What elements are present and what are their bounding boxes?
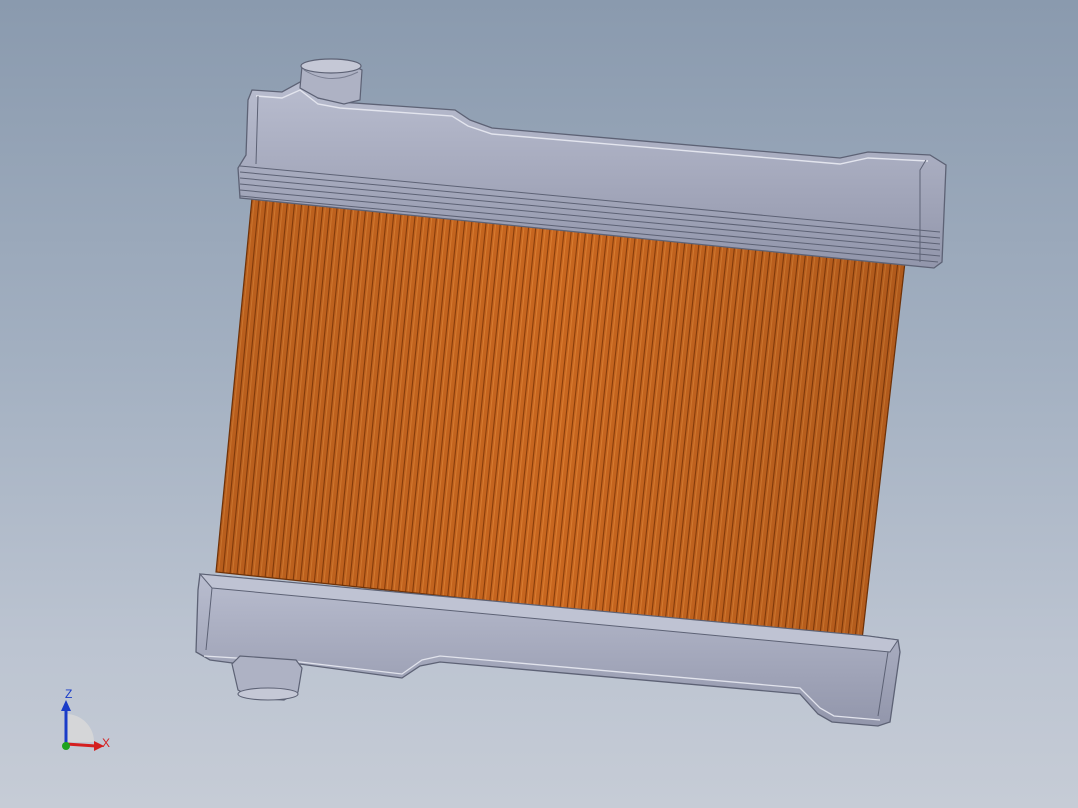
core-shade <box>216 198 905 640</box>
x-axis-label: X <box>102 736 111 750</box>
radiator-model[interactable] <box>0 0 1078 808</box>
x-axis-arrow <box>65 742 97 748</box>
lower-outlet-nozzle <box>231 655 303 701</box>
view-orientation-triad: Z X <box>52 684 122 756</box>
z-axis-label: Z <box>65 687 73 701</box>
graphics-viewport[interactable]: Z X <box>0 0 1078 808</box>
triad-sector <box>66 714 94 742</box>
z-axis-arrowhead <box>61 700 71 711</box>
y-axis-dot <box>62 742 70 750</box>
radiator-core[interactable] <box>215 197 908 641</box>
